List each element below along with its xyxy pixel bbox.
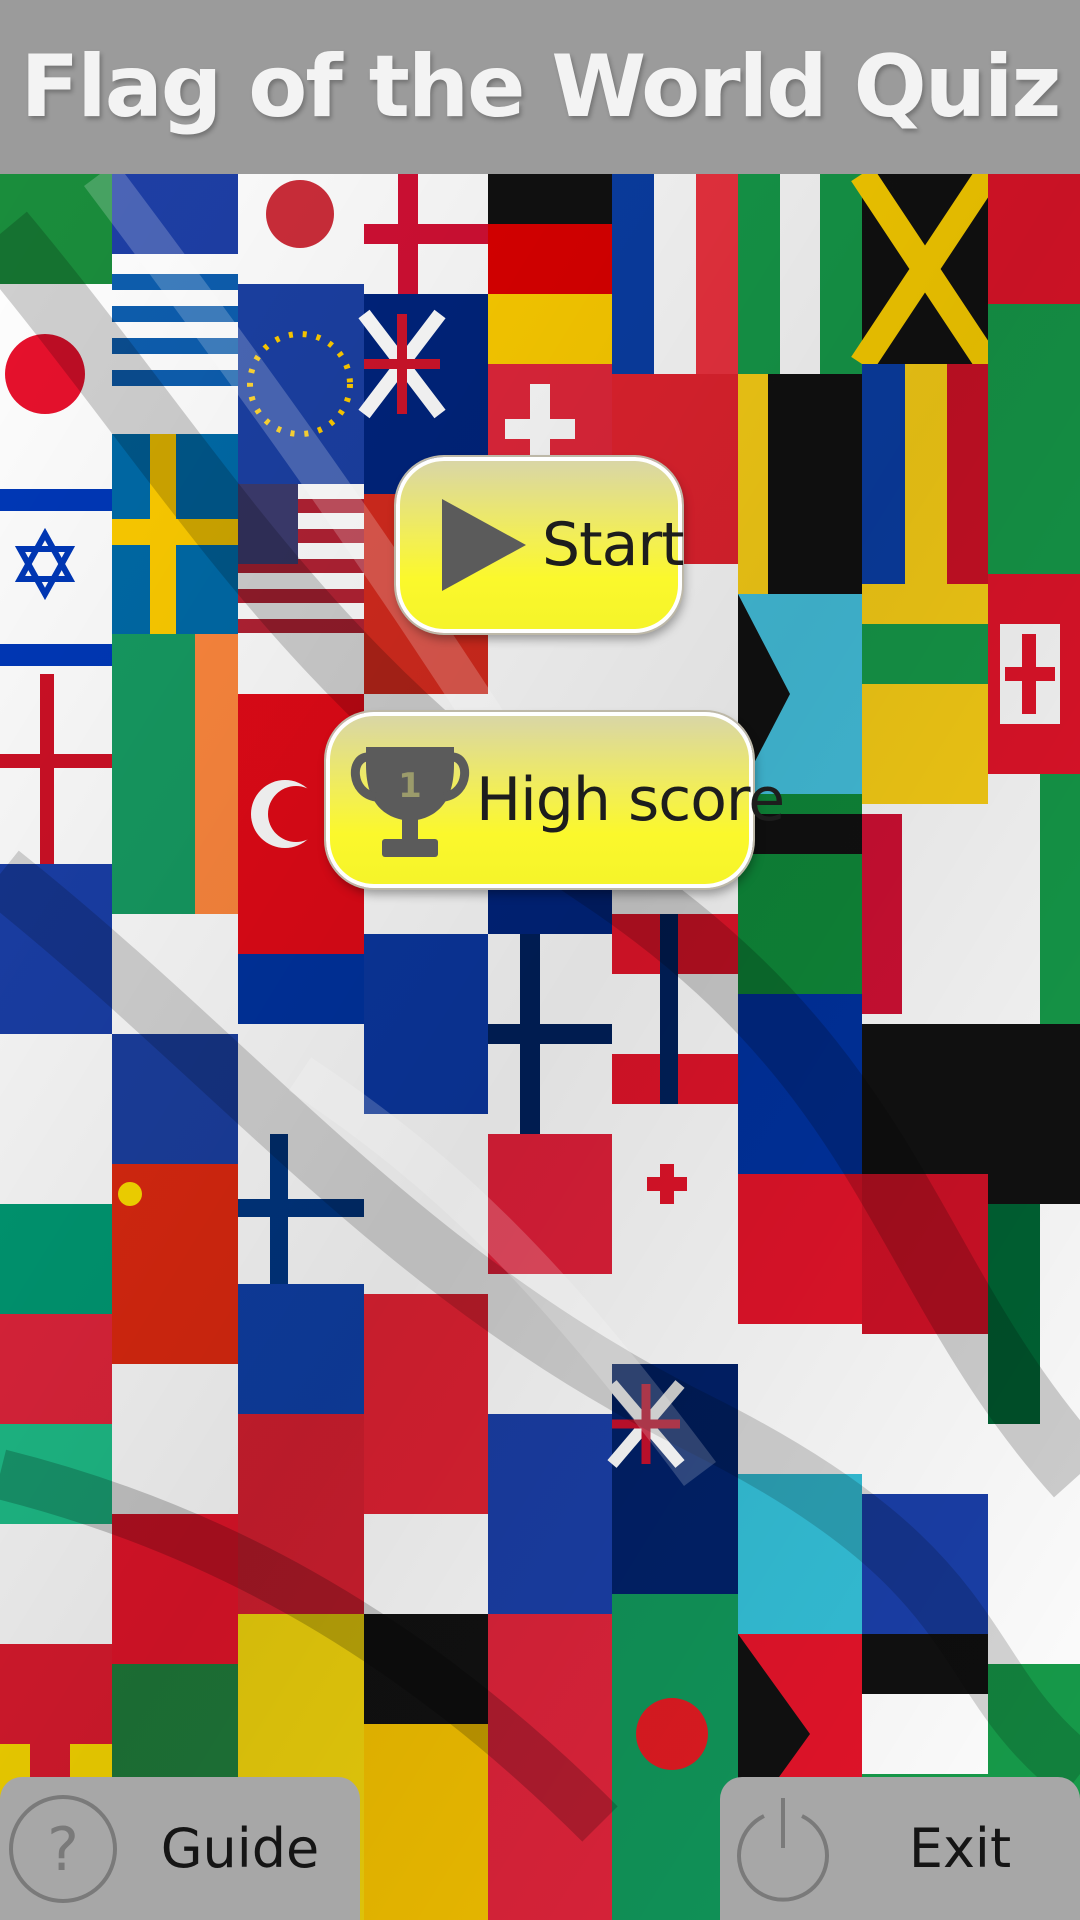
app-title: Flag of the World Quiz	[20, 37, 1062, 137]
app-header: Flag of the World Quiz	[0, 0, 1080, 174]
start-button-label: Start	[542, 510, 685, 580]
start-button[interactable]: Start	[396, 457, 685, 633]
high-score-button[interactable]: 1 High score	[326, 712, 785, 888]
guide-button[interactable]: ? Guide	[0, 1777, 360, 1920]
trophy-icon: 1	[346, 735, 474, 865]
high-score-button-label: High score	[476, 765, 785, 835]
play-icon	[438, 495, 530, 595]
trophy-number: 1	[398, 766, 422, 806]
svg-text:?: ?	[47, 1815, 79, 1885]
guide-button-label: Guide	[160, 1817, 320, 1880]
flags-background	[0, 174, 1080, 1920]
help-circle-icon: ?	[6, 1792, 120, 1906]
exit-button[interactable]: Exit	[720, 1777, 1080, 1920]
power-icon	[726, 1792, 840, 1906]
exit-button-label: Exit	[908, 1817, 1012, 1880]
